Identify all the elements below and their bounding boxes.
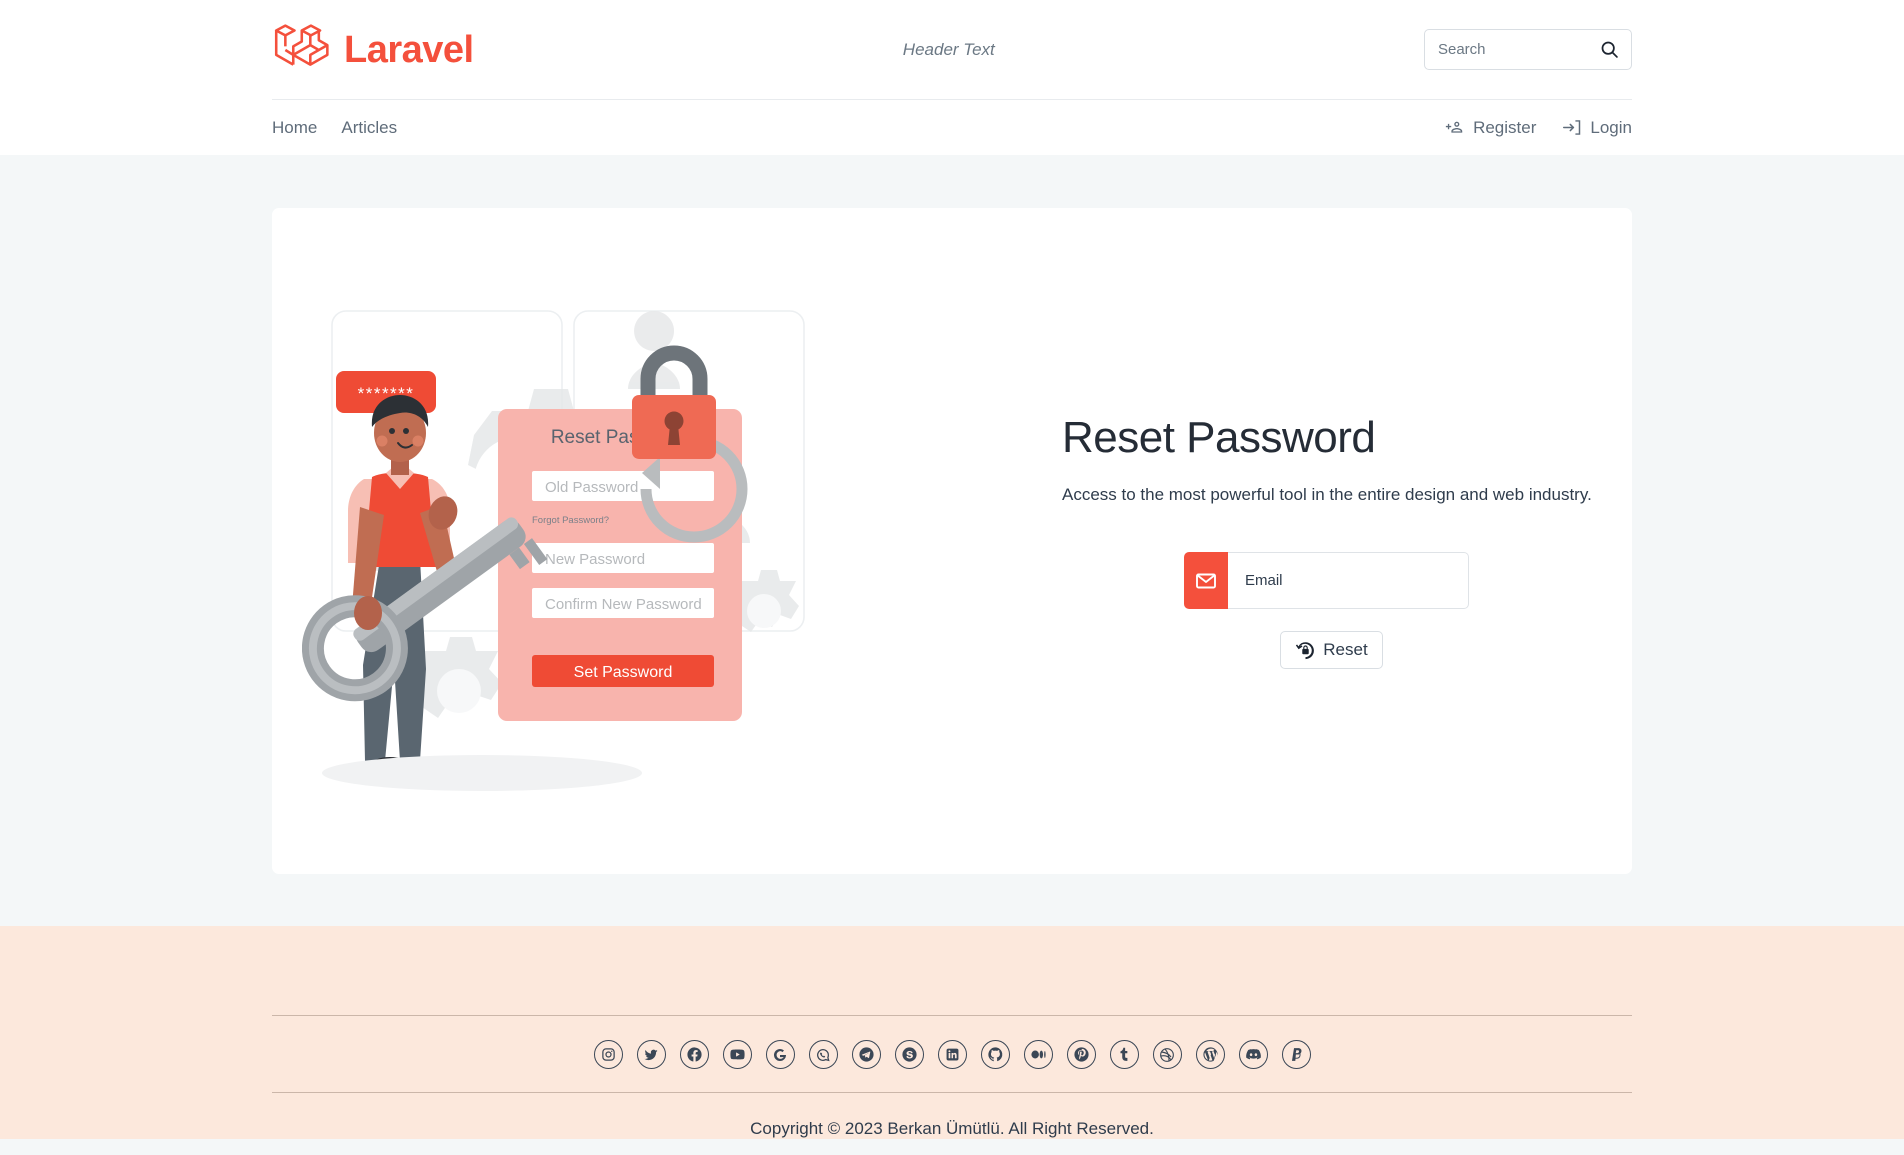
social-link-wordpress[interactable]: [1195, 1040, 1225, 1069]
nav-item-articles[interactable]: Articles: [341, 118, 397, 138]
nav-item-register[interactable]: Register: [1445, 117, 1536, 138]
copyright-text: Copyright © 2023 Berkan Ümütlü. All Righ…: [750, 1119, 1154, 1138]
person-add-icon: [1445, 117, 1466, 138]
form-column: Reset Password Access to the most powerf…: [952, 413, 1632, 669]
tumblr-icon: [1116, 1046, 1133, 1063]
search-input[interactable]: [1435, 40, 1586, 59]
site-header: Laravel Header Text Ho: [0, 0, 1904, 155]
social-link-twitter[interactable]: [636, 1040, 666, 1069]
reset-button-label: Reset: [1323, 640, 1368, 659]
instagram-icon: [601, 1047, 616, 1062]
whatsapp-icon: [815, 1047, 831, 1063]
search-button[interactable]: [1599, 39, 1620, 60]
social-link-discord[interactable]: [1238, 1040, 1268, 1069]
main-navigation: Home Articles Register Login: [272, 99, 1632, 155]
medium-icon: [1030, 1046, 1047, 1063]
paypal-icon: [1288, 1046, 1305, 1063]
pinterest-icon: [1073, 1046, 1090, 1063]
facebook-icon: [686, 1046, 703, 1063]
social-links: [272, 1016, 1632, 1092]
social-link-dribbble[interactable]: [1152, 1040, 1182, 1069]
svg-text:Old Password: Old Password: [545, 479, 638, 496]
svg-text:Forgot Password?: Forgot Password?: [532, 515, 609, 526]
lock-reset-icon: [1295, 640, 1316, 661]
social-link-github[interactable]: [980, 1040, 1010, 1069]
youtube-icon: [729, 1046, 746, 1063]
discord-icon: [1245, 1046, 1262, 1063]
social-link-whatsapp[interactable]: [808, 1040, 838, 1069]
reset-password-card: Reset Password Old Password Forgot Passw…: [272, 208, 1632, 874]
nav-item-register-label: Register: [1473, 117, 1537, 137]
social-link-medium[interactable]: [1023, 1040, 1053, 1069]
wordpress-icon: [1202, 1046, 1219, 1063]
reset-button[interactable]: Reset: [1280, 631, 1383, 669]
brand-link[interactable]: Laravel: [272, 22, 474, 78]
svg-text:Set Password: Set Password: [574, 664, 673, 681]
nav-item-home[interactable]: Home: [272, 118, 317, 138]
nav-item-login[interactable]: Login: [1562, 117, 1632, 138]
main-content: Reset Password Old Password Forgot Passw…: [0, 155, 1904, 926]
nav-item-home-label: Home: [272, 117, 318, 137]
nav-item-articles-label: Articles: [341, 117, 398, 137]
site-footer: Copyright © 2023 Berkan Ümütlü. All Righ…: [0, 926, 1904, 1139]
social-link-google[interactable]: [765, 1040, 795, 1069]
google-icon: [772, 1047, 788, 1063]
svg-text:Confirm New Password: Confirm New Password: [545, 596, 702, 613]
header-top-bar: Laravel Header Text: [272, 0, 1632, 99]
page-title: Reset Password: [1062, 413, 1376, 462]
email-input[interactable]: [1243, 571, 1468, 590]
envelope-icon: [1184, 552, 1228, 609]
reset-password-illustration: Reset Password Old Password Forgot Passw…: [302, 291, 922, 791]
social-link-facebook[interactable]: [679, 1040, 709, 1069]
illustration-column: Reset Password Old Password Forgot Passw…: [272, 291, 952, 791]
twitter-icon: [643, 1047, 659, 1063]
social-link-skype[interactable]: [894, 1040, 924, 1069]
github-icon: [987, 1046, 1004, 1063]
social-link-paypal[interactable]: [1281, 1040, 1311, 1069]
header-center-text: Header Text: [902, 39, 995, 59]
laravel-logo-icon: [272, 22, 334, 78]
social-link-youtube[interactable]: [722, 1040, 752, 1069]
skype-icon: [901, 1046, 918, 1063]
telegram-icon: [858, 1046, 875, 1063]
search-box[interactable]: [1423, 29, 1632, 70]
search-icon: [1599, 39, 1620, 60]
brand-name: Laravel: [344, 28, 474, 71]
linkedin-icon: [945, 1047, 960, 1062]
email-input-group[interactable]: [1184, 552, 1469, 609]
social-link-tumblr[interactable]: [1109, 1040, 1139, 1069]
nav-item-login-label: Login: [1590, 117, 1632, 137]
social-link-instagram[interactable]: [593, 1040, 623, 1069]
social-link-linkedin[interactable]: [937, 1040, 967, 1069]
svg-text:New Password: New Password: [545, 551, 645, 568]
dribbble-icon: [1159, 1047, 1175, 1063]
login-arrow-icon: [1562, 117, 1583, 138]
social-link-pinterest[interactable]: [1066, 1040, 1096, 1069]
page-subtitle: Access to the most powerful tool in the …: [1062, 485, 1592, 504]
social-link-telegram[interactable]: [851, 1040, 881, 1069]
